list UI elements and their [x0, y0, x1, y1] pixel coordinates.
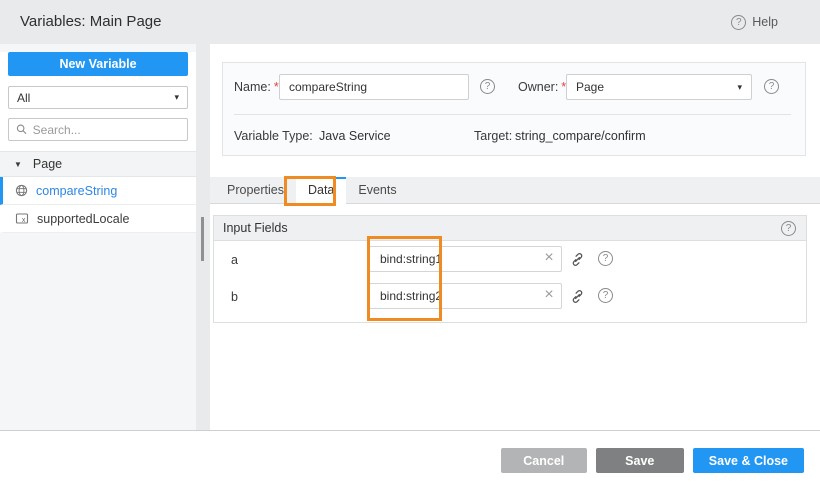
variable-type-value: Java Service: [319, 129, 391, 143]
input-fields-section: Input Fields ? a × ? b ×: [213, 215, 807, 323]
name-input[interactable]: [279, 74, 469, 100]
field-b-input[interactable]: [369, 283, 562, 309]
tab-events[interactable]: Events: [346, 177, 408, 203]
collapse-caret-icon: ▼: [14, 160, 22, 169]
svg-text:x: x: [22, 217, 26, 224]
search-box[interactable]: [8, 118, 188, 141]
scrollbar-thumb[interactable]: [201, 217, 204, 261]
save-button[interactable]: Save: [596, 448, 684, 473]
field-a-help-icon[interactable]: ?: [598, 251, 613, 266]
page-title: Variables: Main Page: [20, 0, 161, 44]
card-divider: [234, 114, 791, 115]
filter-value: All: [17, 91, 30, 105]
bind-link-icon[interactable]: [570, 252, 585, 267]
clear-field-b-icon[interactable]: ×: [540, 287, 558, 303]
owner-label: Owner:*: [518, 80, 566, 94]
target-label: Target:: [474, 129, 512, 143]
tree-item-label: compareString: [36, 184, 117, 198]
footer-buttons: Cancel Save Save & Close: [501, 448, 804, 473]
help-question-icon: ?: [731, 15, 746, 30]
tree-group-label: Page: [33, 157, 62, 171]
tree-group-page[interactable]: ▼ Page: [0, 151, 196, 177]
owner-select[interactable]: Page ▾: [566, 74, 752, 100]
input-fields-help-icon[interactable]: ?: [781, 221, 796, 236]
tree-item-label: supportedLocale: [37, 212, 129, 226]
tab-data[interactable]: Data: [296, 177, 346, 204]
required-marker: *: [274, 80, 279, 94]
target-value: string_compare/confirm: [515, 129, 646, 143]
input-fields-body: a × ? b ×: [213, 241, 807, 323]
java-service-icon: [15, 184, 28, 197]
footer-bar: Cancel Save Save & Close: [0, 430, 820, 490]
field-a-input[interactable]: [369, 246, 562, 272]
input-fields-title: Input Fields: [223, 221, 288, 235]
help-button[interactable]: ? Help: [731, 0, 778, 44]
search-input[interactable]: [33, 123, 180, 137]
field-a-label: a: [231, 253, 238, 267]
main-panel: Name:* ? Owner:* Page ▾ ? Variable Type:…: [210, 44, 820, 430]
sidebar: New Variable All ▾ ▼ Page: [0, 44, 196, 430]
owner-selected-value: Page: [576, 80, 604, 94]
new-variable-button[interactable]: New Variable: [8, 52, 188, 76]
variable-type-label: Variable Type:: [234, 129, 313, 143]
clear-field-a-icon[interactable]: ×: [540, 250, 558, 266]
top-bar: Variables: Main Page ? Help: [0, 0, 820, 44]
sidebar-panel: New Variable All ▾ ▼ Page: [0, 52, 196, 233]
search-icon: [16, 123, 28, 136]
filter-dropdown[interactable]: All ▾: [8, 86, 188, 109]
tab-properties[interactable]: Properties: [215, 177, 296, 203]
help-label: Help: [752, 15, 778, 29]
owner-label-text: Owner:: [518, 80, 558, 94]
tab-bar: Properties Data Events: [210, 177, 820, 204]
cancel-button[interactable]: Cancel: [501, 448, 587, 473]
variable-summary-card: Name:* ? Owner:* Page ▾ ? Variable Type:…: [222, 62, 806, 156]
tree-item-supportedlocale[interactable]: x supportedLocale: [0, 205, 196, 233]
tree-item-comparestring[interactable]: compareString: [0, 177, 196, 205]
field-b-label: b: [231, 290, 238, 304]
variables-editor-window: Variables: Main Page ? Help New Variable…: [0, 0, 820, 490]
variables-tree: ▼ Page compareString x: [0, 151, 196, 233]
chevron-down-icon: ▾: [737, 82, 742, 93]
page-variable-icon: x: [15, 212, 29, 225]
chevron-down-icon: ▾: [174, 92, 179, 103]
name-label-text: Name:: [234, 80, 271, 94]
field-b-help-icon[interactable]: ?: [598, 288, 613, 303]
pane-splitter[interactable]: [196, 44, 210, 430]
owner-help-icon[interactable]: ?: [764, 79, 779, 94]
bind-link-icon[interactable]: [570, 289, 585, 304]
save-and-close-button[interactable]: Save & Close: [693, 448, 804, 473]
name-label: Name:*: [234, 80, 279, 94]
input-fields-header: Input Fields ?: [213, 215, 807, 241]
name-help-icon[interactable]: ?: [480, 79, 495, 94]
